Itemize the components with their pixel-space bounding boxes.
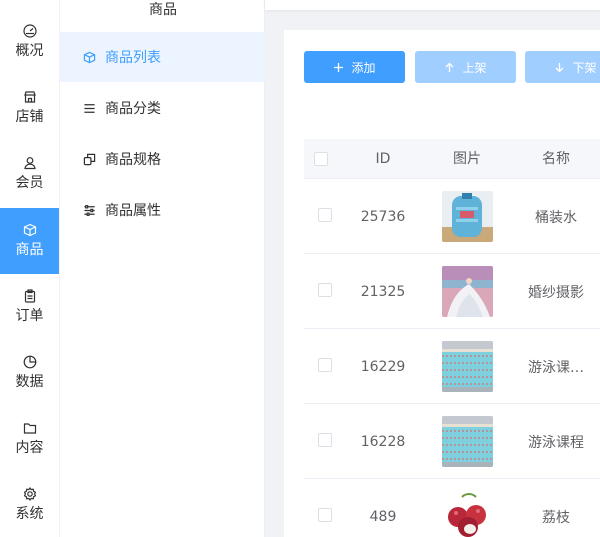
nav-item-content[interactable]: 内容	[0, 406, 59, 472]
add-button-label: 添加	[351, 60, 376, 75]
plus-icon	[334, 62, 344, 72]
column-header-id[interactable]: ID	[349, 139, 417, 179]
nav-label: 店铺	[15, 109, 44, 125]
row-id: 25736	[360, 208, 406, 225]
gear-icon	[23, 487, 37, 501]
dashboard-icon	[22, 24, 37, 38]
table-row: 489 荔枝	[304, 479, 600, 537]
submenu-item-goods-list[interactable]: 商品列表	[60, 32, 265, 82]
arrow-down-icon	[556, 62, 564, 72]
swimming-pool-image	[441, 341, 493, 392]
table-row: 16228 游泳课程	[304, 404, 600, 479]
row-checkbox[interactable]	[318, 508, 332, 522]
row-checkbox[interactable]	[318, 358, 332, 372]
row-name: 游泳课…	[528, 359, 584, 376]
submenu-label: 商品属性	[105, 203, 161, 219]
take-off-shelf-button[interactable]: 下架	[525, 51, 600, 83]
sliders-icon	[82, 203, 96, 217]
nav-item-member[interactable]: 会员	[0, 141, 59, 207]
shop-icon	[23, 90, 37, 104]
submenu-item-goods-category[interactable]: 商品分类	[60, 83, 265, 133]
row-thumbnail[interactable]	[432, 404, 502, 479]
top-header	[265, 0, 600, 10]
submenu-label: 商品列表	[105, 50, 161, 66]
submenu-item-goods-spec[interactable]: 商品规格	[60, 134, 265, 184]
box-icon	[82, 50, 96, 64]
row-checkbox[interactable]	[318, 433, 332, 447]
list-icon	[82, 101, 96, 115]
row-name: 婚纱摄影	[528, 284, 584, 301]
nav-label: 内容	[15, 440, 44, 456]
submenu-label: 商品规格	[105, 152, 161, 168]
nav-item-goods[interactable]: 商品	[0, 208, 59, 274]
swimming-pool-image	[441, 416, 493, 467]
water-bottle-image	[441, 191, 493, 242]
nav-label: 数据	[15, 374, 44, 390]
nav-item-overview[interactable]: 概况	[0, 9, 59, 75]
row-name: 游泳课程	[528, 434, 584, 451]
row-id: 16228	[360, 433, 406, 450]
nav-label: 订单	[15, 308, 44, 324]
nav-label: 商品	[15, 242, 44, 258]
clipboard-icon	[23, 289, 37, 303]
main-nav: 概况 店铺 会员 商品 订单 数据 内容 系统	[0, 0, 59, 537]
row-checkbox[interactable]	[318, 208, 332, 222]
wedding-photo-image	[441, 266, 493, 317]
select-all-checkbox[interactable]	[314, 152, 328, 166]
arrow-up-icon	[446, 62, 454, 72]
goods-box-icon	[23, 223, 37, 237]
row-name: 桶装水	[535, 209, 577, 226]
row-id: 489	[369, 508, 397, 525]
nav-label: 系统	[15, 506, 44, 522]
lychee-image	[441, 491, 493, 537]
nav-item-data[interactable]: 数据	[0, 340, 59, 406]
row-thumbnail[interactable]	[432, 254, 502, 329]
row-id: 21325	[360, 283, 406, 300]
nav-item-order[interactable]: 订单	[0, 274, 59, 340]
row-thumbnail[interactable]	[432, 179, 502, 254]
table-header: ID 图片 名称	[304, 139, 600, 179]
nav-label: 概况	[15, 43, 44, 59]
submenu-item-goods-attr[interactable]: 商品属性	[60, 185, 265, 235]
table-row: 21325 婚纱摄影	[304, 254, 600, 329]
column-header-image: 图片	[453, 151, 481, 167]
nav-item-system[interactable]: 系统	[0, 472, 59, 537]
copy-icon	[82, 152, 96, 166]
nav-item-shop[interactable]: 店铺	[0, 75, 59, 141]
put-on-shelf-button[interactable]: 上架	[415, 51, 516, 83]
goods-list-card: 添加 上架 下架 ID 图片 名称 25736 桶装水 21325 婚纱摄影 1…	[284, 30, 600, 537]
row-thumbnail[interactable]	[432, 329, 502, 404]
up-button-label: 上架	[462, 60, 487, 75]
user-icon	[23, 156, 37, 170]
nav-label: 会员	[15, 175, 44, 191]
folder-icon	[23, 421, 37, 435]
table-row: 16229 游泳课…	[304, 329, 600, 404]
add-button[interactable]: 添加	[304, 51, 405, 83]
row-name: 荔枝	[542, 509, 570, 526]
row-id: 16229	[360, 358, 406, 375]
row-thumbnail[interactable]	[432, 479, 502, 537]
row-checkbox[interactable]	[318, 283, 332, 297]
table-row: 25736 桶装水	[304, 179, 600, 254]
column-header-name: 名称	[542, 151, 570, 167]
down-button-label: 下架	[572, 60, 597, 75]
submenu-label: 商品分类	[105, 101, 161, 117]
submenu-panel: 商品 商品列表 商品分类 商品规格 商品属性	[59, 0, 265, 537]
pie-chart-icon	[23, 355, 37, 369]
submenu-title: 商品	[149, 2, 177, 18]
